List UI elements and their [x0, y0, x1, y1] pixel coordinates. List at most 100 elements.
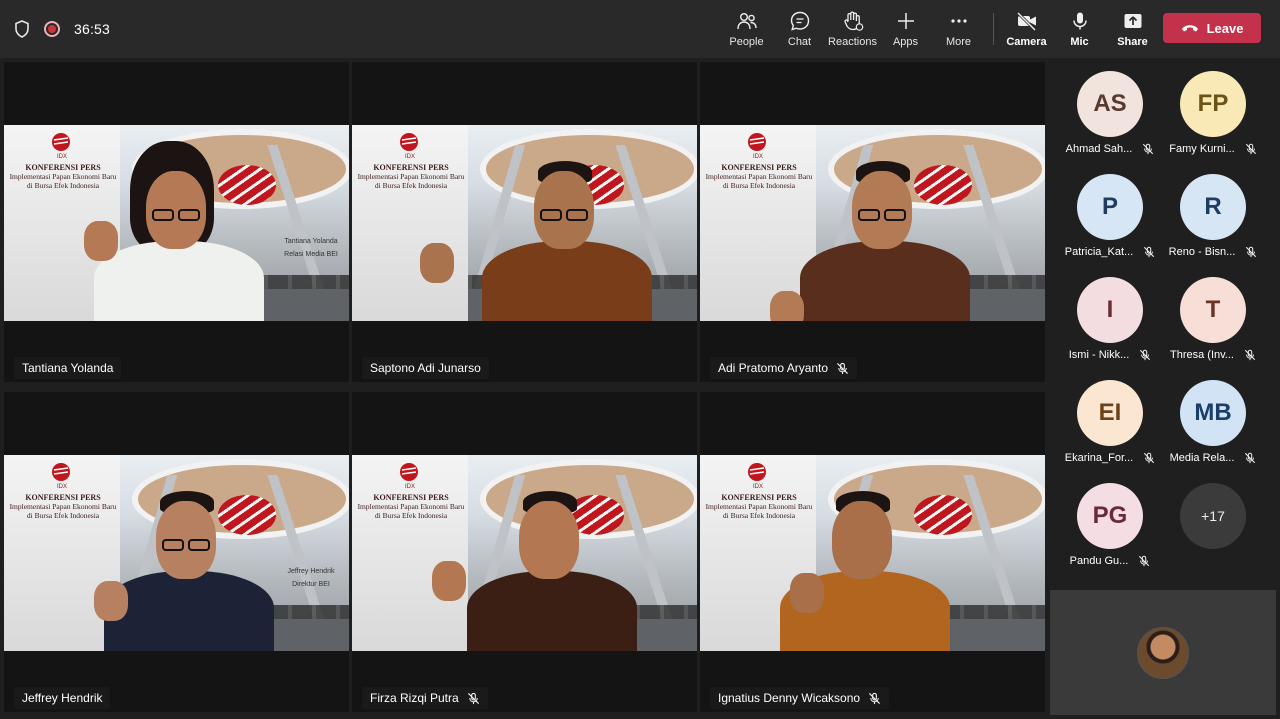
participant-roster: AS Ahmad Sah... FP Famy Kurni... P Patri…: [1050, 62, 1280, 587]
participant-name-tag: Saptono Adi Junarso: [362, 357, 489, 379]
mic-icon: [1072, 12, 1087, 30]
glasses: [152, 209, 174, 221]
glasses: [178, 209, 200, 221]
mic-off-icon: [836, 362, 849, 375]
participant-figure: [4, 455, 349, 651]
raised-fist: [432, 561, 466, 601]
participant-video: IDX KONFERENSI PERS Implementasi Papan E…: [700, 125, 1045, 321]
overflow-count[interactable]: +17: [1180, 483, 1246, 549]
mic-off-icon: [1245, 143, 1257, 155]
participant-label: Ahmad Sah...: [1066, 143, 1155, 155]
hang-up-icon: [1181, 25, 1198, 32]
video-tile[interactable]: IDX KONFERENSI PERS Implementasi Papan E…: [4, 392, 349, 712]
meeting-toolbar: 36:53 People Chat Reactions Apps More Ca…: [0, 0, 1280, 58]
apps-label: Apps: [892, 36, 919, 48]
more-participants[interactable]: +17: [1163, 483, 1263, 583]
leave-button[interactable]: Leave: [1163, 13, 1261, 43]
video-tile[interactable]: IDX KONFERENSI PERS Implementasi Papan E…: [4, 62, 349, 382]
self-avatar: [1137, 627, 1189, 679]
mic-off-icon: [1244, 452, 1256, 464]
torso: [94, 241, 264, 321]
chat-button[interactable]: Chat: [773, 0, 826, 58]
avatar: PG: [1077, 483, 1143, 549]
glasses: [566, 209, 588, 221]
raised-fist: [94, 581, 128, 621]
share-button[interactable]: Share: [1106, 0, 1159, 58]
participant-item[interactable]: T Thresa (Inv...: [1163, 277, 1263, 377]
video-tile[interactable]: IDX KONFERENSI PERS Implementasi Papan E…: [352, 62, 697, 382]
avatar: AS: [1077, 71, 1143, 137]
face: [832, 501, 892, 579]
participant-item[interactable]: I Ismi - Nikk...: [1060, 277, 1160, 377]
people-label: People: [729, 36, 764, 48]
glasses: [540, 209, 562, 221]
participant-name: Adi Pratomo Aryanto: [718, 361, 829, 375]
participant-label: Pandu Gu...: [1070, 555, 1151, 567]
participant-name: Saptono Adi Junarso: [370, 361, 481, 375]
recording-icon: [44, 21, 60, 37]
participant-item[interactable]: P Patricia_Kat...: [1060, 174, 1160, 274]
participant-name-tag: Ignatius Denny Wicaksono: [710, 687, 890, 709]
participant-name: Ekarina_For...: [1064, 452, 1134, 464]
participant-item[interactable]: FP Famy Kurni...: [1163, 71, 1263, 171]
participant-name-tag: Firza Rizqi Putra: [362, 687, 488, 709]
video-tile[interactable]: IDX KONFERENSI PERS Implementasi Papan E…: [700, 392, 1045, 712]
camera-label: Camera: [1006, 36, 1047, 48]
reactions-icon: [843, 11, 863, 31]
participant-name: Firza Rizqi Putra: [370, 691, 459, 705]
avatar: R: [1180, 174, 1246, 240]
participant-item[interactable]: PG Pandu Gu...: [1060, 483, 1160, 583]
more-label: More: [945, 36, 972, 48]
avatar: FP: [1180, 71, 1246, 137]
toolbar-divider: [993, 13, 994, 45]
participant-name-tag: Adi Pratomo Aryanto: [710, 357, 858, 379]
video-tile[interactable]: IDX KONFERENSI PERS Implementasi Papan E…: [352, 392, 697, 712]
participant-video: IDX KONFERENSI PERS Implementasi Papan E…: [352, 455, 697, 651]
raised-fist: [420, 243, 454, 283]
participant-name: Media Rela...: [1169, 452, 1235, 464]
avatar: MB: [1180, 380, 1246, 446]
torso: [482, 241, 652, 321]
participant-name: Jeffrey Hendrik: [22, 691, 103, 705]
torso: [800, 241, 970, 321]
participant-name: Ismi - Nikk...: [1068, 349, 1130, 361]
glasses: [188, 539, 210, 551]
participant-item[interactable]: EI Ekarina_For...: [1060, 380, 1160, 480]
raised-fist: [770, 291, 804, 321]
torso: [104, 571, 274, 651]
mic-off-icon: [1245, 246, 1257, 258]
participant-item[interactable]: R Reno - Bisn...: [1163, 174, 1263, 274]
raised-fist: [790, 573, 824, 613]
apps-button[interactable]: Apps: [879, 0, 932, 58]
camera-button[interactable]: Camera: [1000, 0, 1053, 58]
participant-figure: [352, 455, 697, 651]
participant-item[interactable]: AS Ahmad Sah...: [1060, 71, 1160, 171]
mic-off-icon: [1143, 452, 1155, 464]
more-button[interactable]: More: [932, 0, 985, 58]
participant-name-tag: Tantiana Yolanda: [14, 357, 122, 379]
self-view[interactable]: [1050, 590, 1276, 715]
participant-video: IDX KONFERENSI PERS Implementasi Papan E…: [4, 455, 349, 651]
mic-label: Mic: [1070, 36, 1089, 48]
participant-figure: [700, 125, 1045, 321]
video-tile[interactable]: IDX KONFERENSI PERS Implementasi Papan E…: [700, 62, 1045, 382]
people-icon: [736, 13, 757, 30]
participant-figure: [4, 125, 349, 321]
avatar: I: [1077, 277, 1143, 343]
participant-figure: [700, 455, 1045, 651]
people-button[interactable]: People: [720, 0, 773, 58]
participant-item[interactable]: MB Media Rela...: [1163, 380, 1263, 480]
mic-button[interactable]: Mic: [1053, 0, 1106, 58]
reactions-button[interactable]: Reactions: [826, 0, 879, 58]
glasses: [884, 209, 906, 221]
more-icon: [950, 19, 967, 23]
participant-label: Reno - Bisn...: [1169, 246, 1258, 258]
participant-name: Reno - Bisn...: [1168, 246, 1236, 258]
reactions-label: Reactions: [828, 36, 877, 48]
participant-label: Ekarina_For...: [1065, 452, 1155, 464]
participant-name: Famy Kurni...: [1169, 143, 1235, 155]
participant-name: Thresa (Inv...: [1170, 349, 1234, 361]
chat-icon: [790, 11, 809, 31]
shield-icon[interactable]: [14, 20, 30, 38]
share-icon: [1124, 14, 1141, 28]
